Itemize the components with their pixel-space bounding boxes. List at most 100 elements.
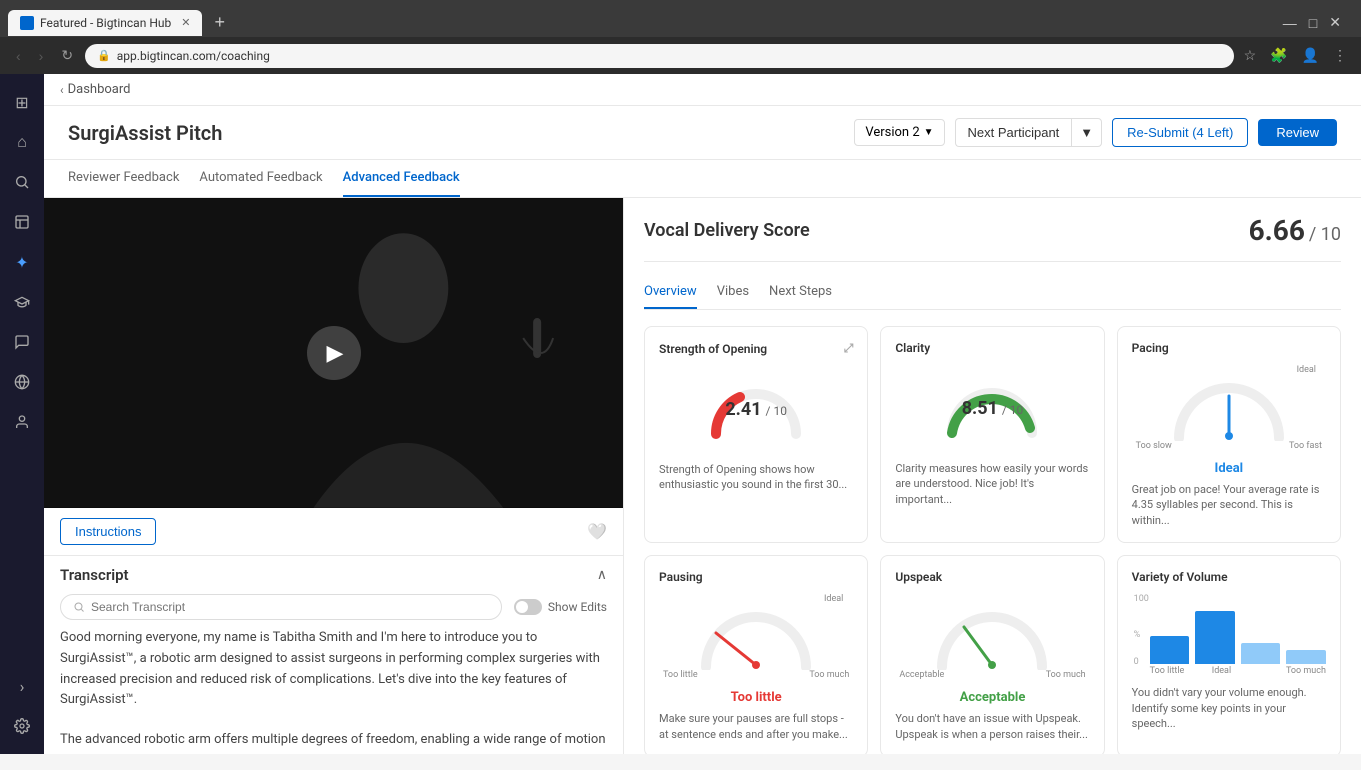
window-maximize-button[interactable]: □ xyxy=(1305,10,1321,35)
metric-chart-pacing: Ideal Too slow Too fast xyxy=(1132,363,1326,453)
volume-y-0-label: 0 xyxy=(1134,657,1139,667)
reload-button[interactable]: ↻ xyxy=(55,43,79,68)
video-container[interactable]: ▶ xyxy=(44,198,623,508)
bar-label-toomuch: Too much xyxy=(1286,666,1326,676)
heart-icon[interactable]: 🤍 xyxy=(587,522,607,541)
metric-card-clarity: Clarity 8.51 / 10 xyxy=(880,326,1104,543)
score-title: Vocal Delivery Score xyxy=(644,220,810,241)
metric-title-upspeak: Upspeak xyxy=(895,570,1089,584)
transcript-collapse-button[interactable]: ∧ xyxy=(597,567,607,583)
breadcrumb-back-icon: ‹ xyxy=(60,83,64,97)
metric-chart-upspeak: Acceptable Too much xyxy=(895,592,1089,682)
forward-button[interactable]: › xyxy=(33,44,50,68)
url-text: app.bigtincan.com/coaching xyxy=(117,49,270,63)
pacing-slow-label: Too slow xyxy=(1136,441,1172,451)
search-input[interactable] xyxy=(91,600,489,614)
pausing-toomuch-label: Too much xyxy=(809,670,849,680)
window-close-button[interactable]: ✕ xyxy=(1325,10,1345,35)
metric-desc-clarity: Clarity measures how easily your words a… xyxy=(895,461,1089,507)
metric-desc-volume: You didn't vary your volume enough. Iden… xyxy=(1132,685,1326,731)
expand-opening-icon[interactable]: ⤢ xyxy=(844,341,854,356)
score-tab-overview[interactable]: Overview xyxy=(644,276,697,309)
pausing-toolittle-label: Too little xyxy=(663,670,698,680)
search-icon xyxy=(73,601,85,613)
back-button[interactable]: ‹ xyxy=(10,44,27,68)
sidebar-icon-person[interactable] xyxy=(4,404,40,440)
transcript-text-1: Good morning everyone, my name is Tabith… xyxy=(60,628,607,711)
new-tab-button[interactable]: + xyxy=(206,8,233,37)
extensions-icon[interactable]: 🧩 xyxy=(1266,43,1291,68)
metric-desc-opening: Strength of Opening shows how enthusiast… xyxy=(659,462,853,493)
bookmark-icon[interactable]: ☆ xyxy=(1240,43,1261,68)
pausing-gauge-svg xyxy=(696,605,816,670)
metric-chart-pausing: Ideal Too little Too much xyxy=(659,592,853,682)
tab-advanced-feedback[interactable]: Advanced Feedback xyxy=(343,160,460,197)
score-value: 6.66 xyxy=(1249,214,1305,247)
transcript-area: Transcript ∧ Show Edits xyxy=(44,556,623,754)
next-participant-button[interactable]: Next Participant xyxy=(955,118,1072,147)
metric-card-pausing: Pausing Ideal Too little Too much xyxy=(644,555,868,754)
sidebar-icon-graduation[interactable] xyxy=(4,284,40,320)
sidebar-icon-settings[interactable] xyxy=(4,708,40,744)
score-tabs: Overview Vibes Next Steps xyxy=(644,276,1341,310)
show-edits-toggle[interactable]: Show Edits xyxy=(514,599,607,615)
close-tab-icon[interactable]: ✕ xyxy=(181,16,190,29)
metric-card-upspeak: Upspeak Acceptable Too much xyxy=(880,555,1104,754)
profile-icon[interactable]: 👤 xyxy=(1298,43,1323,68)
toggle-switch[interactable] xyxy=(514,599,542,615)
header-right: Version 2 ▼ Next Participant ▼ Re-Submit… xyxy=(854,118,1337,147)
window-minimize-button[interactable]: — xyxy=(1279,10,1301,35)
transcript-controls: Show Edits xyxy=(60,594,607,620)
transcript-text-2: The advanced robotic arm offers multiple… xyxy=(60,730,607,754)
score-tab-vibes[interactable]: Vibes xyxy=(717,276,749,309)
upspeak-gauge-svg xyxy=(932,605,1052,670)
resubmit-button[interactable]: Re-Submit (4 Left) xyxy=(1112,118,1248,147)
next-participant-dropdown-button[interactable]: ▼ xyxy=(1071,118,1102,147)
sidebar-icon-chat[interactable] xyxy=(4,324,40,360)
bar-label-ideal: Ideal xyxy=(1212,666,1231,676)
menu-icon[interactable]: ⋮ xyxy=(1329,43,1351,68)
metric-title-opening: Strength of Opening ⤢ xyxy=(659,341,853,356)
metric-card-opening: Strength of Opening ⤢ 2.41 xyxy=(644,326,868,543)
sidebar-icon-home[interactable]: ⌂ xyxy=(4,124,40,160)
sidebar-icon-files[interactable] xyxy=(4,204,40,240)
breadcrumb[interactable]: ‹ Dashboard xyxy=(60,82,130,97)
tab-reviewer-feedback[interactable]: Reviewer Feedback xyxy=(68,160,179,197)
version-label: Version 2 xyxy=(865,125,919,140)
score-tab-next-steps[interactable]: Next Steps xyxy=(769,276,832,309)
metric-chart-opening: 2.41 / 10 xyxy=(659,364,853,454)
browser-tab[interactable]: Featured - Bigtincan Hub ✕ xyxy=(8,10,202,36)
sidebar-icon-grid[interactable]: ⊞ xyxy=(4,84,40,120)
tab-automated-feedback[interactable]: Automated Feedback xyxy=(199,160,322,197)
sidebar-icon-globe[interactable] xyxy=(4,364,40,400)
bar-ideal xyxy=(1195,611,1235,664)
score-value-group: 6.66 / 10 xyxy=(1249,214,1341,247)
upspeak-toomuch-label: Too much xyxy=(1046,670,1086,680)
version-selector[interactable]: Version 2 ▼ xyxy=(854,119,944,146)
show-edits-label: Show Edits xyxy=(548,600,607,614)
review-button[interactable]: Review xyxy=(1258,119,1337,146)
instructions-button[interactable]: Instructions xyxy=(60,518,156,545)
sidebar-icon-arrow[interactable]: › xyxy=(4,668,40,704)
sidebar-icon-star[interactable]: ✦ xyxy=(4,244,40,280)
metric-title-pacing: Pacing xyxy=(1132,341,1326,355)
pacing-fast-label: Too fast xyxy=(1289,441,1322,451)
tab-title: Featured - Bigtincan Hub xyxy=(40,16,171,30)
bar-toolittle xyxy=(1150,636,1190,664)
left-sidebar: ⊞ ⌂ ✦ › xyxy=(0,74,44,754)
bar-mid xyxy=(1241,643,1281,664)
play-button[interactable]: ▶ xyxy=(307,326,361,380)
score-denom: / 10 xyxy=(1309,224,1341,245)
metric-status-pausing: Too little xyxy=(659,690,853,705)
instructions-area: Instructions 🤍 xyxy=(44,508,623,556)
metric-title-volume: Variety of Volume xyxy=(1132,570,1326,584)
metric-status-upspeak: Acceptable xyxy=(895,690,1089,705)
address-bar[interactable]: 🔒 app.bigtincan.com/coaching xyxy=(85,44,1233,68)
play-icon: ▶ xyxy=(327,341,344,366)
breadcrumb-label: Dashboard xyxy=(68,82,131,97)
metric-chart-clarity: 8.51 / 10 xyxy=(895,363,1089,453)
pacing-gauge-svg xyxy=(1169,376,1289,441)
clarity-score-display: 8.51 / 10 xyxy=(962,398,1024,419)
sidebar-icon-search[interactable] xyxy=(4,164,40,200)
lock-icon: 🔒 xyxy=(97,49,111,62)
